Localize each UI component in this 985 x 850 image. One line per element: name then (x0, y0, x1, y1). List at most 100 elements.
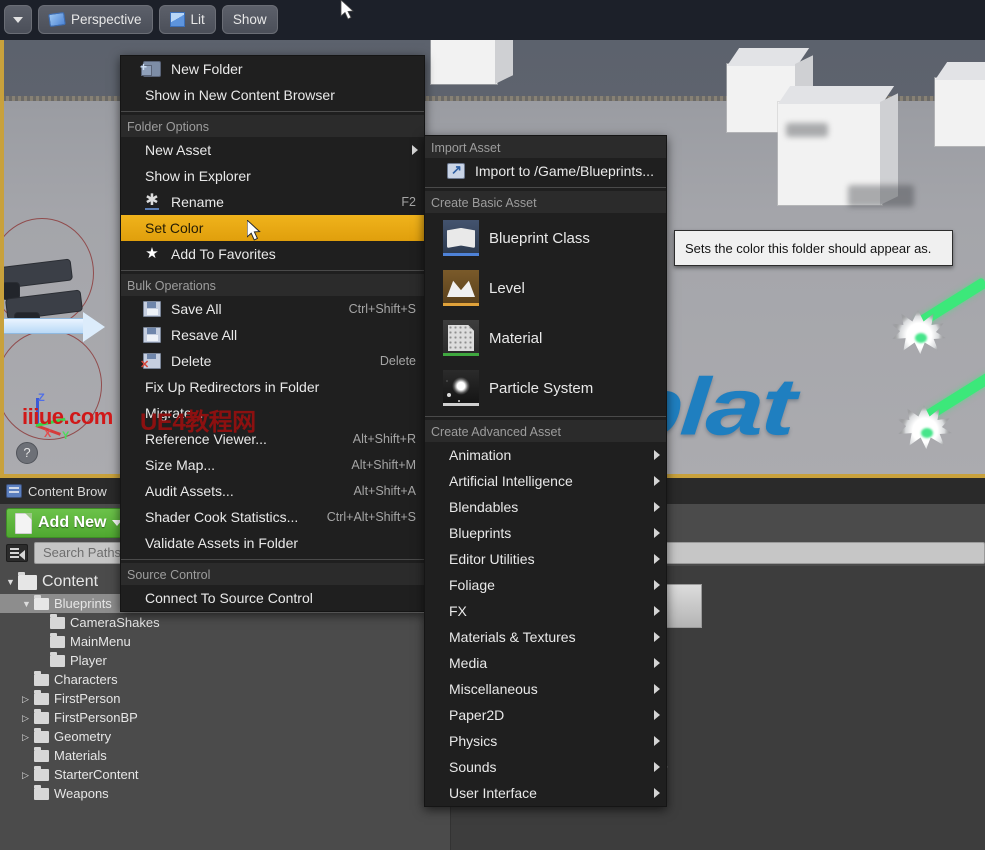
tree-item-weapons[interactable]: Weapons (0, 784, 450, 803)
menu-item-fx[interactable]: FX (425, 598, 666, 624)
menu-item-particle-system[interactable]: Particle System (425, 363, 666, 413)
tree-item-label: MainMenu (70, 634, 131, 649)
menu-item-connect-to-source-control[interactable]: Connect To Source Control (121, 585, 424, 611)
menu-item-foliage[interactable]: Foliage (425, 572, 666, 598)
add-new-button[interactable]: Add New (6, 508, 134, 538)
viewport-left-accent (0, 0, 4, 478)
menu-item-rename[interactable]: ✱ Rename F2 (121, 189, 424, 215)
save-icon (143, 301, 161, 317)
menu-item-show-in-new-content-browser[interactable]: Show in New Content Browser (121, 82, 424, 108)
tree-item-mainmenu[interactable]: MainMenu (0, 632, 450, 651)
menu-item-label: Set Color (145, 220, 204, 236)
menu-item-delete[interactable]: Delete Delete (121, 348, 424, 374)
tree-item-label: Player (70, 653, 107, 668)
folder-context-menu[interactable]: New Folder Show in New Content Browser Fol… (120, 55, 425, 612)
menu-divider (425, 187, 666, 188)
menu-item-artificial-intelligence[interactable]: Artificial Intelligence (425, 468, 666, 494)
viewport-options-button[interactable] (4, 5, 32, 34)
menu-section-title: Bulk Operations (121, 274, 424, 296)
tree-item-startercontent[interactable]: ▷ StarterContent (0, 765, 450, 784)
star-icon: ★ (145, 245, 159, 262)
direction-arrow (0, 312, 105, 342)
tree-item-firstperson[interactable]: ▷ FirstPerson (0, 689, 450, 708)
twisty-collapsed-icon[interactable]: ▷ (22, 693, 34, 705)
show-button[interactable]: Show (221, 5, 278, 34)
menu-item-shortcut: F2 (401, 195, 416, 209)
menu-section-title: Folder Options (121, 115, 424, 137)
tree-item-label: CameraShakes (70, 615, 160, 630)
tree-item-label: Geometry (54, 729, 112, 744)
menu-item-blueprint-class[interactable]: Blueprint Class (425, 213, 666, 263)
menu-item-label: Blendables (449, 499, 519, 515)
menu-item-sounds[interactable]: Sounds (425, 754, 666, 780)
menu-item-label: Materials & Textures (449, 629, 576, 645)
twisty-collapsed-icon[interactable]: ▷ (22, 769, 34, 781)
new-folder-icon (140, 60, 161, 77)
menu-item-label: Miscellaneous (449, 681, 538, 697)
menu-item-materials-and-textures[interactable]: Materials & Textures (425, 624, 666, 650)
menu-item-blendables[interactable]: Blendables (425, 494, 666, 520)
chevron-right-icon (654, 450, 660, 460)
menu-item-audit-assets[interactable]: Audit Assets... Alt+Shift+A (121, 478, 424, 504)
menu-item-editor-utilities[interactable]: Editor Utilities (425, 546, 666, 572)
tree-item-characters[interactable]: Characters (0, 670, 450, 689)
menu-item-label: Physics (449, 733, 498, 749)
menu-item-shader-cook-statistics[interactable]: Shader Cook Statistics... Ctrl+Alt+Shift+… (121, 504, 424, 530)
content-browser-tab-label: Content Brow (28, 483, 107, 499)
menu-item-resave-all[interactable]: Resave All (121, 322, 424, 348)
tree-item-label: FirstPersonBP (54, 710, 138, 725)
menu-item-label: Sounds (449, 759, 497, 775)
menu-item-label: Material (489, 329, 543, 347)
menu-item-level[interactable]: Level (425, 263, 666, 313)
menu-item-import-to-game-blueprints[interactable]: Import to /Game/Blueprints... (425, 158, 666, 184)
menu-item-fix-up-redirectors-in-folder[interactable]: Fix Up Redirectors in Folder (121, 374, 424, 400)
gizmo-label-y: Y (62, 430, 70, 442)
tree-item-label: StarterContent (54, 767, 139, 782)
new-asset-submenu[interactable]: Import Asset Import to /Game/Blueprints..… (424, 135, 667, 807)
filters-icon[interactable] (6, 544, 28, 562)
menu-item-blueprints[interactable]: Blueprints (425, 520, 666, 546)
submenu-section-import: Import Asset (425, 136, 666, 158)
viewport-help-button[interactable]: ? (16, 442, 38, 464)
folder-icon (34, 746, 49, 762)
viewport-toolbar-fade (355, 0, 985, 40)
import-icon (447, 162, 465, 179)
menu-item-animation[interactable]: Animation (425, 442, 666, 468)
content-browser-icon (6, 484, 22, 498)
menu-item-set-color[interactable]: Set Color (121, 215, 424, 241)
menu-item-new-folder[interactable]: New Folder (121, 56, 424, 82)
twisty-collapsed-icon[interactable]: ▷ (22, 731, 34, 743)
mouse-cursor-icon (247, 220, 261, 241)
tree-item-camerashakes[interactable]: CameraShakes (0, 613, 450, 632)
menu-item-save-all[interactable]: Save All Ctrl+Shift+S (121, 296, 424, 322)
menu-item-material[interactable]: Material (425, 313, 666, 363)
twisty-expanded-icon[interactable]: ▼ (22, 598, 34, 610)
menu-item-paper2d[interactable]: Paper2D (425, 702, 666, 728)
tree-item-firstpersonbp[interactable]: ▷ FirstPersonBP (0, 708, 450, 727)
menu-item-miscellaneous[interactable]: Miscellaneous (425, 676, 666, 702)
chevron-right-icon (654, 528, 660, 538)
folder-icon (34, 670, 49, 686)
asset-thumbnail[interactable] (666, 584, 702, 628)
menu-item-physics[interactable]: Physics (425, 728, 666, 754)
menu-item-size-map[interactable]: Size Map... Alt+Shift+M (121, 452, 424, 478)
tree-item-geometry[interactable]: ▷ Geometry (0, 727, 450, 746)
tree-item-materials[interactable]: Materials (0, 746, 450, 765)
menu-divider (425, 416, 666, 417)
menu-item-shortcut: Alt+Shift+A (353, 484, 416, 498)
chevron-right-icon (654, 736, 660, 746)
menu-item-new-asset[interactable]: New Asset (121, 137, 424, 163)
menu-item-add-to-favorites[interactable]: ★ Add To Favorites (121, 241, 424, 267)
perspective-button-label: Perspective (71, 12, 142, 27)
menu-item-label: Resave All (171, 327, 238, 343)
twisty-expanded-icon[interactable]: ▼ (6, 576, 18, 588)
perspective-button[interactable]: Perspective (38, 5, 153, 34)
chevron-right-icon (654, 580, 660, 590)
menu-item-show-in-explorer[interactable]: Show in Explorer (121, 163, 424, 189)
menu-item-media[interactable]: Media (425, 650, 666, 676)
twisty-collapsed-icon[interactable]: ▷ (22, 712, 34, 724)
lit-button[interactable]: Lit (158, 5, 216, 34)
menu-item-user-interface[interactable]: User Interface (425, 780, 666, 806)
menu-item-validate-assets-in-folder[interactable]: Validate Assets in Folder (121, 530, 424, 556)
tree-item-player[interactable]: Player (0, 651, 450, 670)
